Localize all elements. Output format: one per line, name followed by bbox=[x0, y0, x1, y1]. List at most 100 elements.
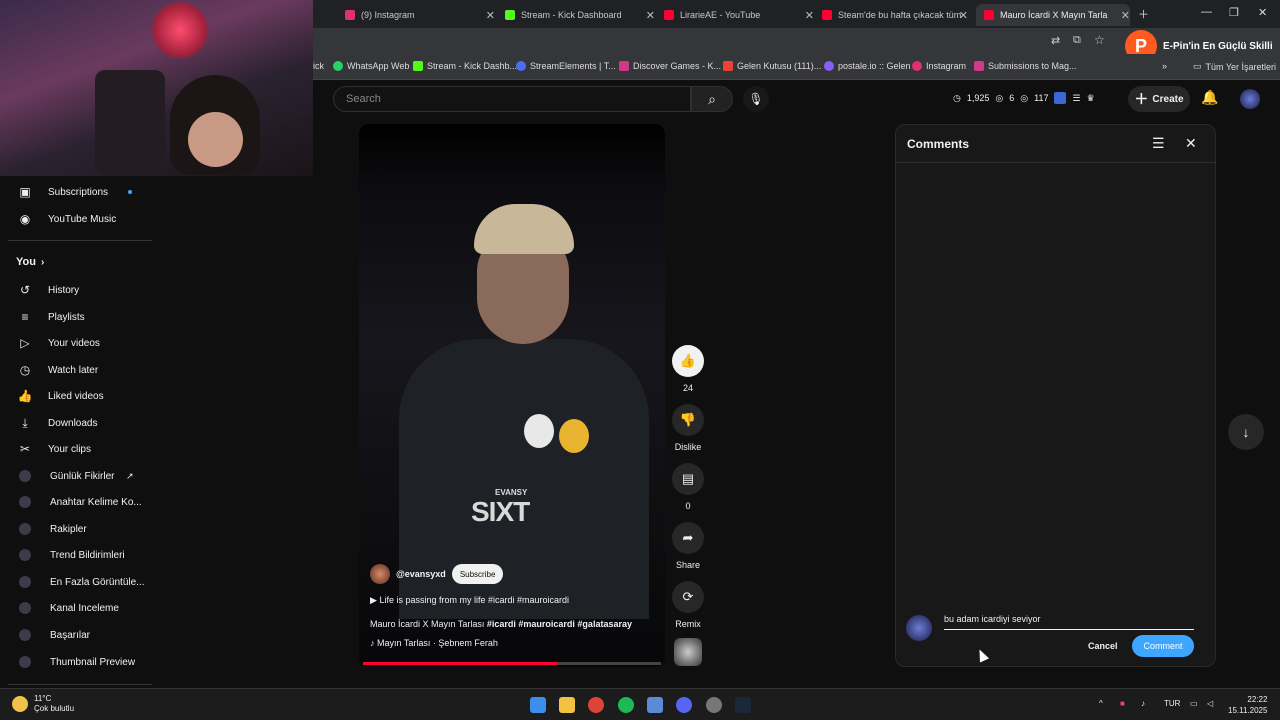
maximize-icon[interactable]: ❐ bbox=[1229, 6, 1239, 19]
sound-thumbnail[interactable] bbox=[674, 638, 702, 666]
like-button[interactable]: 👍 24 bbox=[670, 345, 706, 393]
bookmark[interactable]: ick bbox=[313, 61, 324, 71]
volume-icon[interactable]: ◁ bbox=[1207, 699, 1213, 708]
channel-avatar[interactable] bbox=[370, 564, 390, 584]
comments-button[interactable]: ▤ 0 bbox=[670, 463, 706, 511]
comment-input[interactable]: bu adam icardiyi seviyor bbox=[944, 612, 1194, 630]
sidebar-tool[interactable]: Rakipler bbox=[0, 516, 160, 542]
next-short-button[interactable]: ↓ bbox=[1228, 414, 1264, 450]
sidebar-item-subscriptions[interactable]: ▣ Subscriptions bbox=[0, 179, 160, 205]
bookmark[interactable]: WhatsApp Web bbox=[333, 61, 409, 71]
clock[interactable]: 22:22 15.11.2025 bbox=[1228, 694, 1267, 716]
all-bookmarks[interactable]: ▭ Tüm Yer İşaretleri bbox=[1193, 61, 1276, 72]
file-explorer-icon[interactable] bbox=[559, 697, 575, 713]
channel-name[interactable]: @evansyxd bbox=[396, 569, 446, 579]
sidebar-item-music[interactable]: ◉ YouTube Music bbox=[0, 206, 160, 232]
close-icon[interactable]: ✕ bbox=[805, 9, 814, 22]
sidebar-tool[interactable]: Trend Bildirimleri bbox=[0, 542, 160, 568]
steam-icon[interactable] bbox=[735, 697, 751, 713]
sidebar-item-watch-later[interactable]: ◷ Watch later bbox=[0, 357, 160, 383]
close-icon[interactable]: ✕ bbox=[486, 9, 495, 22]
tab-kick[interactable]: Stream - Kick Dashboard ✕ bbox=[505, 4, 655, 26]
new-tab-icon[interactable]: ＋ bbox=[1138, 6, 1149, 22]
sidebar-item-your-clips[interactable]: ✂ Your clips bbox=[0, 436, 160, 462]
tab-active[interactable]: Mauro İcardi X Mayın Tarla ✕ bbox=[976, 4, 1130, 26]
tab-youtube-lirarie[interactable]: LirarieAE - YouTube ✕ bbox=[664, 4, 814, 26]
close-icon[interactable]: ✕ bbox=[1121, 9, 1130, 22]
sidebar-tool[interactable]: Başarılar bbox=[0, 622, 160, 648]
app-icon[interactable] bbox=[647, 697, 663, 713]
share-button[interactable]: ➦ Share bbox=[670, 522, 706, 570]
badge-icon[interactable]: ♛ bbox=[1087, 93, 1095, 104]
tray-chevron-icon[interactable]: ^ bbox=[1099, 699, 1103, 708]
list-icon[interactable]: ☰ bbox=[1072, 93, 1080, 104]
search-button[interactable]: ⌕ bbox=[691, 86, 733, 112]
chrome-icon[interactable] bbox=[588, 697, 604, 713]
bookmark[interactable]: Gelen Kutusu (111)... bbox=[723, 61, 821, 71]
tool-chip-icon bbox=[19, 549, 31, 561]
cancel-button[interactable]: Cancel bbox=[1078, 635, 1128, 657]
close-icon[interactable]: ✕ bbox=[1185, 135, 1197, 152]
more-bookmarks-icon[interactable]: » bbox=[1162, 61, 1167, 71]
sidebar-item-liked-videos[interactable]: 👍 Liked videos bbox=[0, 383, 160, 409]
weather-widget[interactable]: 11°C Çok bulutlu bbox=[12, 694, 74, 714]
dislike-button[interactable]: 👎 Dislike bbox=[670, 404, 706, 452]
thumbs-down-icon: 👎 bbox=[672, 404, 704, 436]
comment-submit-button[interactable]: Comment bbox=[1132, 635, 1194, 657]
shorts-video-player[interactable]: EVANSY SIXT @evansyxd Subscribe ▶ Life i… bbox=[359, 124, 665, 667]
cast-icon[interactable]: ⧉ bbox=[1073, 34, 1081, 47]
bookmark[interactable]: Stream - Kick Dashb... bbox=[413, 61, 517, 71]
minimize-icon[interactable]: — bbox=[1201, 6, 1212, 18]
spotify-icon[interactable] bbox=[618, 697, 634, 713]
progress-bar[interactable] bbox=[363, 662, 661, 665]
share-label: Share bbox=[675, 560, 701, 570]
window-close-icon[interactable]: ✕ bbox=[1258, 6, 1267, 19]
sidebar-you-heading[interactable]: You › bbox=[0, 249, 160, 275]
short-title[interactable]: Mauro İcardi X Mayın Tarlası #icardi #ma… bbox=[370, 619, 632, 629]
discord-icon[interactable] bbox=[676, 697, 692, 713]
tab-steam[interactable]: Steam'de bu hafta çıkacak tüm ✕ bbox=[822, 4, 968, 26]
extension-icon[interactable] bbox=[1054, 92, 1067, 104]
sidebar-tool[interactable]: Thumbnail Preview bbox=[0, 649, 160, 675]
sort-icon[interactable]: ☰ bbox=[1152, 135, 1165, 152]
bookmark[interactable]: Discover Games - K... bbox=[619, 61, 721, 71]
short-description[interactable]: ▶ Life is passing from my life #icardi #… bbox=[370, 595, 569, 606]
avatar[interactable] bbox=[1240, 89, 1260, 109]
bookmarks-bar: ick WhatsApp Web Stream - Kick Dashb... … bbox=[313, 54, 1280, 80]
tool-chip-icon bbox=[19, 629, 31, 641]
subscribe-button[interactable]: Subscribe bbox=[451, 564, 504, 584]
sidebar-item-playlists[interactable]: ≡ Playlists bbox=[0, 304, 160, 330]
sidebar-item-downloads[interactable]: ⤓ Downloads bbox=[0, 410, 160, 436]
sidebar-tool[interactable]: Kanal Inceleme bbox=[0, 595, 160, 621]
tray-app-icon[interactable]: ■ bbox=[1120, 699, 1125, 708]
network-icon[interactable]: ▭ bbox=[1190, 699, 1198, 708]
language-indicator[interactable]: TUR bbox=[1164, 699, 1180, 708]
sidebar-item-history[interactable]: ↺ History bbox=[0, 277, 160, 303]
create-button[interactable]: ＋ Create bbox=[1128, 86, 1190, 112]
music-row[interactable]: ♪ Mayın Tarlası · Şebnem Ferah bbox=[370, 638, 498, 648]
bookmark[interactable]: Submissions to Mag... bbox=[974, 61, 1077, 71]
bookmark-star-icon[interactable]: ☆ bbox=[1094, 33, 1105, 47]
sidebar-tool[interactable]: Anahtar Kelime Ko... bbox=[0, 489, 160, 515]
notifications-icon[interactable]: 🔔 bbox=[1201, 89, 1218, 106]
sidebar-tool[interactable]: Günlük Fikirler ↗ bbox=[0, 463, 160, 489]
microphone-icon[interactable]: ♪ bbox=[1141, 699, 1145, 708]
streamelements-icon bbox=[516, 61, 526, 71]
title-hashtags[interactable]: #icardi #mauroicardi #galatasaray bbox=[487, 619, 632, 629]
close-icon[interactable]: ✕ bbox=[646, 9, 655, 22]
sidebar-item-your-videos[interactable]: ▷ Your videos bbox=[0, 330, 160, 356]
sidebar-tool[interactable]: En Fazla Görüntüle... bbox=[0, 569, 160, 595]
obs-icon[interactable] bbox=[706, 697, 722, 713]
sidebar-tool-label: Trend Bildirimleri bbox=[50, 549, 125, 561]
bookmark[interactable]: Instagram bbox=[912, 61, 966, 71]
bookmark[interactable]: postale.io :: Gelen bbox=[824, 61, 911, 71]
close-icon[interactable]: ✕ bbox=[959, 9, 968, 22]
bookmark[interactable]: StreamElements | T... bbox=[516, 61, 616, 71]
start-icon[interactable] bbox=[530, 697, 546, 713]
mic-button[interactable]: 🎙 bbox=[743, 86, 769, 112]
tab-instagram[interactable]: (9) Instagram ✕ bbox=[345, 4, 495, 26]
translate-icon[interactable]: ⇄ bbox=[1051, 34, 1060, 47]
comment-count: 0 bbox=[685, 501, 691, 511]
remix-button[interactable]: ⟳ Remix bbox=[670, 581, 706, 629]
search-input[interactable]: Search bbox=[333, 86, 691, 112]
